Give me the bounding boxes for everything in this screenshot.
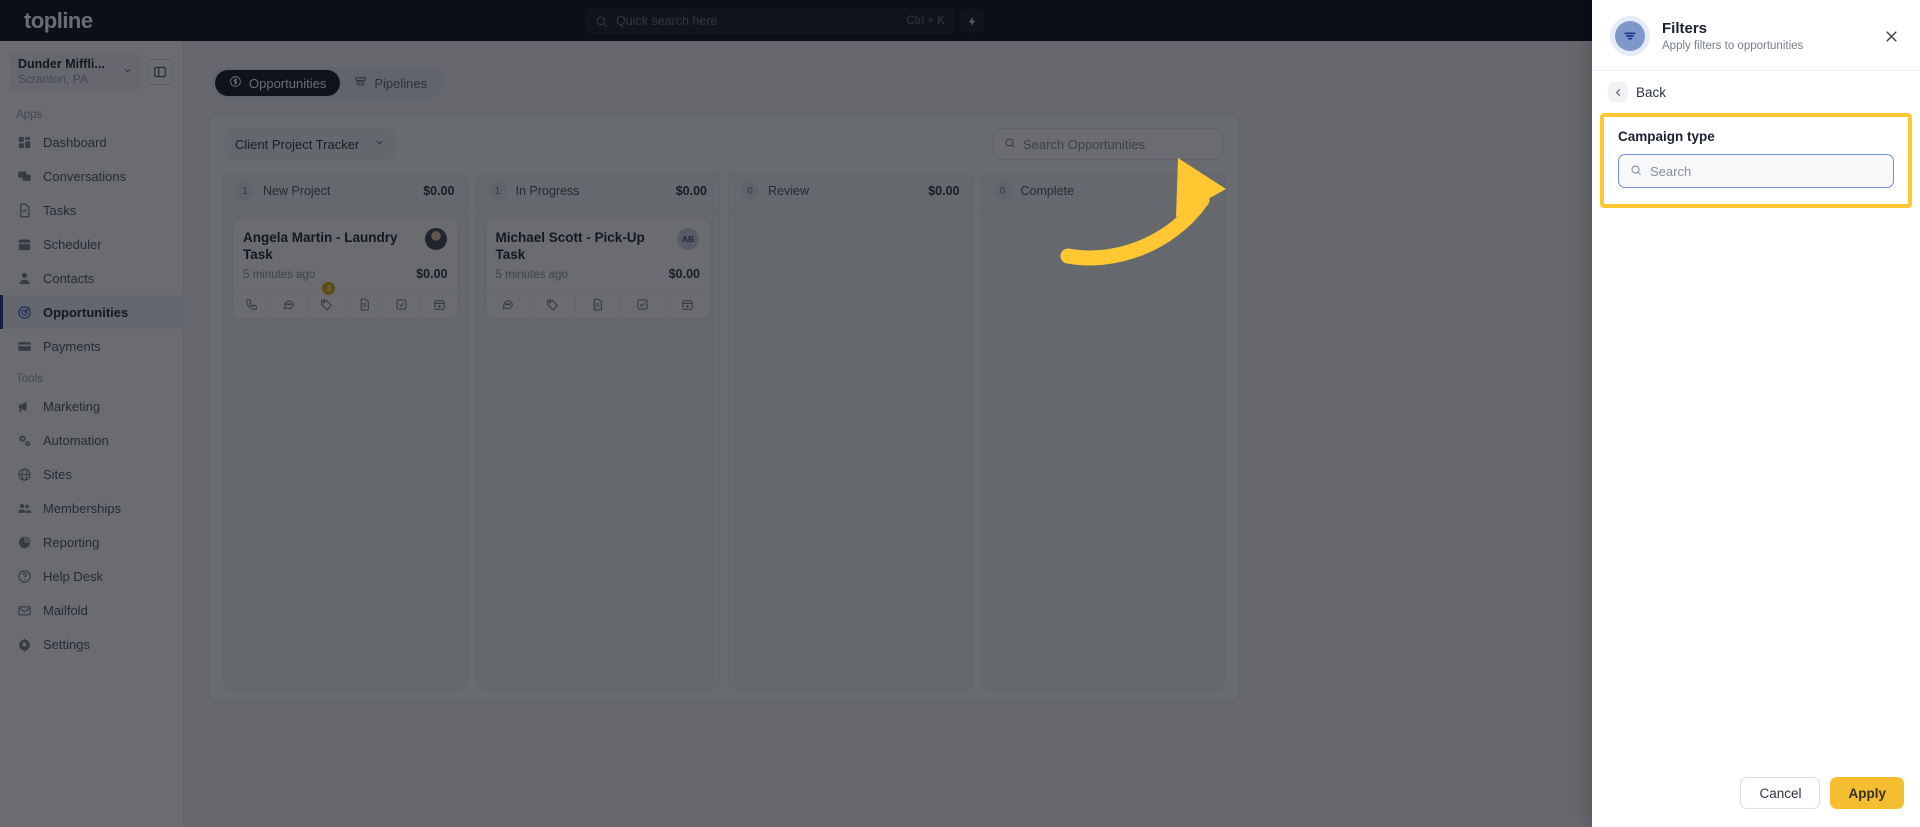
back-button[interactable]: Back xyxy=(1592,71,1920,113)
filters-drawer: Filters Apply filters to opportunities B… xyxy=(1592,0,1920,827)
apply-button[interactable]: Apply xyxy=(1830,777,1904,809)
drawer-subtitle: Apply filters to opportunities xyxy=(1662,39,1804,52)
drawer-title-block: Filters Apply filters to opportunities xyxy=(1662,19,1803,54)
cancel-button[interactable]: Cancel xyxy=(1740,777,1821,809)
campaign-type-filter-highlight: Campaign type Search xyxy=(1600,113,1912,208)
campaign-type-label: Campaign type xyxy=(1618,129,1715,144)
filter-icon xyxy=(1615,21,1645,51)
campaign-type-search-placeholder: Search xyxy=(1650,163,1692,179)
drawer-spacer xyxy=(1592,208,1920,763)
drawer-header: Filters Apply filters to opportunities xyxy=(1592,0,1920,70)
filter-icon-ring xyxy=(1610,16,1650,56)
close-icon[interactable] xyxy=(1878,23,1904,49)
search-icon xyxy=(1630,164,1642,179)
campaign-type-search-input[interactable]: Search xyxy=(1618,154,1894,188)
app-root: topline Quick search here Ctrl + K Du xyxy=(0,0,1920,827)
drawer-title: Filters xyxy=(1662,19,1708,37)
chevron-left-icon xyxy=(1608,82,1628,102)
back-label: Back xyxy=(1636,84,1667,100)
drawer-footer: Cancel Apply xyxy=(1592,763,1920,827)
